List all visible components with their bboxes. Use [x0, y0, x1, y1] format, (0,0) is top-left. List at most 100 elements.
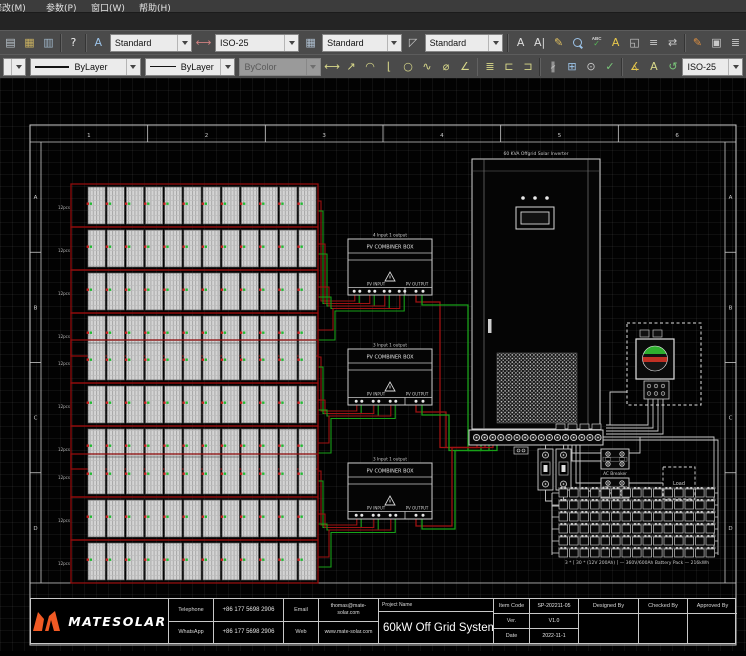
panel-string-label: 12pcs	[58, 205, 70, 210]
baseline-dimension-icon[interactable]: ⊏	[499, 57, 518, 77]
logo-text: MATESOLAR	[68, 614, 166, 629]
plot-style-select: ByColor	[239, 58, 320, 76]
designed-by-column: Designed By	[579, 599, 639, 643]
match-properties-icon[interactable]: ✎	[688, 33, 707, 53]
linear-dimension-icon[interactable]: ⟷	[323, 57, 342, 77]
approved-by-column: Approved By	[688, 599, 737, 643]
multileader-style-select[interactable]: Standard	[425, 34, 504, 52]
spell-check-icon[interactable]: ABC✓	[587, 33, 606, 53]
panel-string-label: 12pcs	[58, 404, 70, 409]
aligned-dimension-icon[interactable]: ↗	[342, 57, 361, 77]
pv-array[interactable]	[71, 184, 318, 583]
dimension-style-icon[interactable]: ⟷	[194, 33, 213, 53]
continue-dimension-icon[interactable]: ⊐	[518, 57, 537, 77]
dim-style-current-select[interactable]: ISO-25	[682, 58, 743, 76]
ac-breaker[interactable]	[601, 449, 629, 469]
panel-string-label: 12pcs	[58, 475, 70, 480]
zone-letter: D	[728, 526, 732, 532]
scale-text-icon[interactable]: ◱	[625, 33, 644, 53]
quick-dimension-icon[interactable]: ≣	[480, 57, 499, 77]
menu-help[interactable]: 帮助(H)	[139, 1, 171, 12]
contact-labels-column: Telephone WhatsApp	[169, 599, 214, 643]
item-labels-column: Item Code Ver. Date	[494, 599, 530, 643]
drawing-canvas[interactable]: 123456AABBCCDD12pcs12pcs12pcs12pcs12pcs1…	[0, 78, 746, 651]
combiner-output-label: PV OUTPUT	[406, 282, 429, 287]
angular-dimension-icon[interactable]: ∠	[456, 57, 475, 77]
radius-dimension-icon[interactable]: ○	[399, 57, 418, 77]
table-style-value: Standard	[327, 38, 364, 48]
ordinate-dimension-icon[interactable]: ⌊	[380, 57, 399, 77]
linetype-sample	[150, 66, 176, 67]
edit-text-icon[interactable]: ✎	[549, 33, 568, 53]
approved-by-label: Approved By	[688, 599, 737, 614]
title-block: MATESOLAR Telephone WhatsApp +86 177 569…	[30, 598, 736, 644]
combiner-header: 4 Input 1 output	[373, 233, 407, 238]
color-control-partial[interactable]	[3, 58, 26, 76]
item-values-column: SP-202211-05 V1.0 2022-11-1	[530, 599, 579, 643]
linetype-value: ByLayer	[181, 62, 214, 72]
menu-modify[interactable]: 修改(M)	[0, 1, 26, 12]
inverter[interactable]	[469, 159, 603, 454]
menu-window[interactable]: 窗口(W)	[91, 1, 125, 12]
panel-string-label: 12pcs	[58, 334, 70, 339]
contact-values-column: +86 177 5698 2906 +86 177 5698 2906	[214, 599, 284, 643]
energy-meter[interactable]	[627, 323, 701, 405]
center-mark-icon[interactable]: ⊙	[581, 57, 600, 77]
chevron-down-icon	[488, 35, 502, 51]
multiline-text-icon[interactable]: A|	[530, 33, 549, 53]
dimension-style-select[interactable]: ISO-25	[215, 34, 299, 52]
web-value: www.mate-solar.com	[319, 622, 378, 644]
battery-bank[interactable]	[552, 487, 718, 557]
zone-letter: B	[729, 305, 733, 311]
menu-parameters[interactable]: 参数(P)	[46, 1, 76, 12]
dimension-update-icon[interactable]: ↺	[663, 57, 682, 77]
single-line-text-icon[interactable]: A	[511, 33, 530, 53]
jogged-dimension-icon[interactable]: ∿	[418, 57, 437, 77]
schematic-svg: 123456AABBCCDD12pcs12pcs12pcs12pcs12pcs1…	[0, 78, 746, 651]
text-style-icon[interactable]: A	[89, 33, 108, 53]
chevron-down-icon	[728, 59, 742, 75]
table-style-icon[interactable]: ▦	[301, 33, 320, 53]
email-values-column: thomas@mate-solar.com www.mate-solar.com	[319, 599, 379, 643]
panel-string-label: 12pcs	[58, 291, 70, 296]
publish-icon[interactable]: ≣	[726, 33, 745, 53]
find-text-icon[interactable]	[568, 33, 587, 53]
multileader-style-icon[interactable]: ◸	[404, 33, 423, 53]
designed-by-value	[579, 614, 638, 643]
table-style-select[interactable]: Standard	[322, 34, 402, 52]
menu-gap-band	[0, 12, 746, 30]
toolbar-separator	[85, 34, 87, 52]
help-icon[interactable]: ?	[64, 33, 83, 53]
text-style-select[interactable]: Standard	[110, 34, 192, 52]
zone-number: 2	[205, 133, 209, 139]
dimension-break-icon[interactable]: ∦	[543, 57, 562, 77]
text-style-brush-icon[interactable]: A	[606, 33, 625, 53]
combiner-title: PV COMBINER BOX	[366, 245, 414, 251]
tool-palettes-icon[interactable]: ▦	[20, 33, 39, 53]
logo-cell: MATESOLAR	[31, 599, 169, 643]
checked-by-column: Checked By	[639, 599, 688, 643]
convert-text-icon[interactable]: ⇄	[663, 33, 682, 53]
tolerance-icon[interactable]: ⊞	[562, 57, 581, 77]
justify-text-icon[interactable]: ≡	[644, 33, 663, 53]
linetype-select[interactable]: ByLayer	[145, 58, 236, 76]
zone-letter: A	[34, 195, 38, 201]
properties-palette-icon[interactable]: ▥	[39, 33, 58, 53]
date-value: 2022-11-1	[530, 629, 578, 643]
email-label: Email	[284, 599, 318, 622]
sheet-set-manager-icon[interactable]: ▤	[1, 33, 20, 53]
telephone-value: +86 177 5698 2906	[214, 599, 283, 622]
arc-length-dimension-icon[interactable]: ◠	[361, 57, 380, 77]
diameter-dimension-icon[interactable]: ⌀	[437, 57, 456, 77]
panel-string-label: 12pcs	[58, 447, 70, 452]
inspection-dimension-icon[interactable]: ✓	[600, 57, 619, 77]
toolbar-separator	[539, 58, 541, 76]
lineweight-select[interactable]: ByLayer	[30, 58, 140, 76]
item-code-label: Item Code	[494, 599, 529, 614]
copy-properties-icon[interactable]: ▣	[707, 33, 726, 53]
item-code-value: SP-202211-05	[530, 599, 578, 614]
dimension-edit-icon[interactable]: ∡	[625, 57, 644, 77]
inverter-label: 60 KVA Offgrid Solar Inverter	[503, 151, 568, 157]
dc-breaker[interactable]	[538, 449, 571, 490]
dimension-text-edit-icon[interactable]: A	[644, 57, 663, 77]
